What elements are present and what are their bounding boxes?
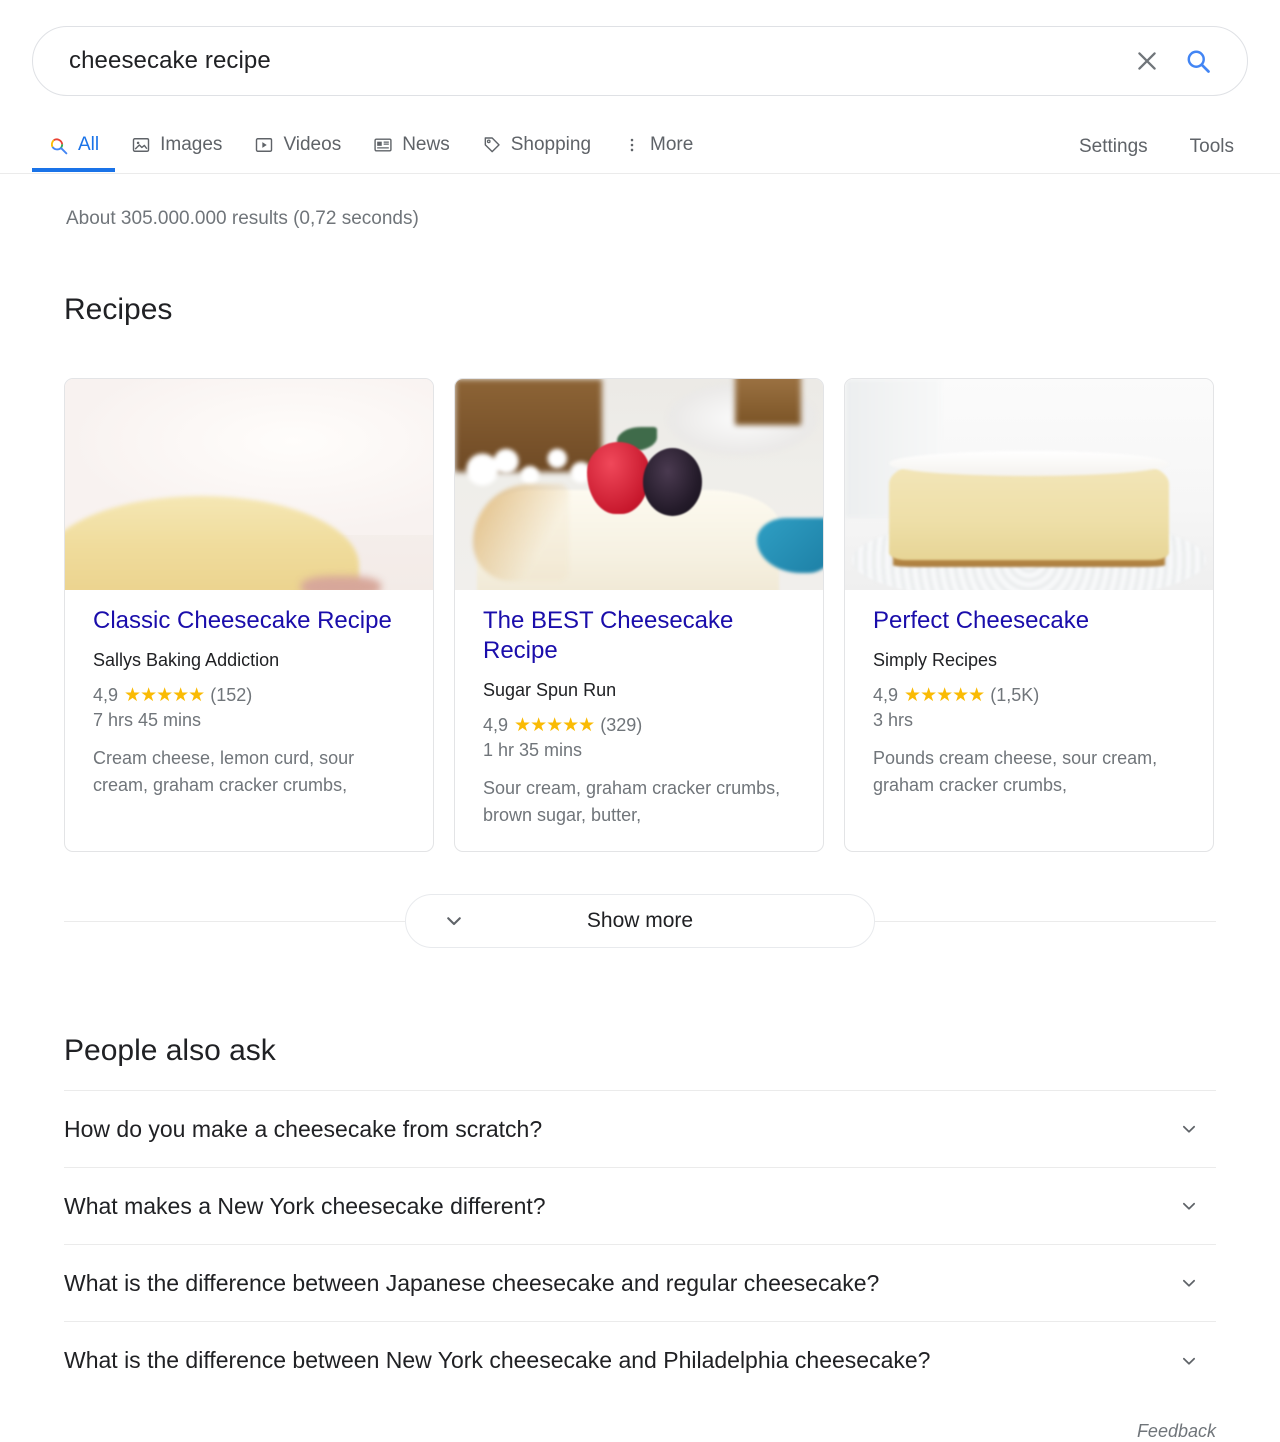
recipe-image (845, 378, 1213, 590)
tab-label: Shopping (510, 134, 592, 155)
recipe-time: 3 hrs (873, 710, 914, 731)
review-count: (152) (210, 685, 253, 706)
tab-shopping[interactable]: Shopping (466, 118, 607, 172)
search-bar[interactable] (32, 26, 1248, 96)
search-icon[interactable] (1175, 39, 1221, 83)
recipe-title[interactable]: Classic Cheesecake Recipe (93, 606, 405, 636)
tab-label: Videos (283, 134, 342, 155)
chevron-down-icon (442, 909, 466, 933)
recipe-time: 7 hrs 45 mins (93, 710, 202, 731)
chevron-down-icon[interactable] (1178, 1350, 1216, 1372)
image-icon (131, 135, 151, 155)
feedback-row: Feedback (0, 1399, 1280, 1442)
tab-label: News (402, 134, 450, 155)
google-search-icon (48, 135, 69, 156)
paa-heading: People also ask (64, 1034, 276, 1068)
review-count: (1,5K) (990, 685, 1040, 706)
tab-all[interactable]: All (32, 118, 116, 172)
feedback-link[interactable]: Feedback (1137, 1421, 1216, 1441)
recipe-image (65, 378, 433, 590)
result-stats: About 305.000.000 results (0,72 seconds) (66, 208, 419, 229)
tab-videos[interactable]: Videos (238, 118, 357, 172)
chevron-down-icon[interactable] (1178, 1272, 1216, 1294)
recipe-ingredients: Sour cream, graham cracker crumbs, brown… (483, 778, 781, 826)
recipe-rating: 4,9 ★★★★★ (152) (93, 685, 405, 706)
people-also-ask: People also ask How do you make a cheese… (0, 948, 1280, 1399)
nav-right-links: Settings Tools (1065, 118, 1248, 162)
paa-question-text: What is the difference between New York … (64, 1347, 931, 1374)
review-count: (329) (600, 715, 643, 736)
tab-label: All (78, 134, 100, 155)
tag-icon (482, 135, 502, 155)
recipe-ingredients: Cream cheese, lemon curd, sour cream, gr… (93, 748, 355, 796)
tab-images[interactable]: Images (115, 118, 238, 172)
show-more-button[interactable]: Show more (405, 894, 875, 949)
paa-question[interactable]: What is the difference between New York … (64, 1322, 1216, 1399)
paa-question[interactable]: What makes a New York cheesecake differe… (64, 1168, 1216, 1246)
paa-list: How do you make a cheesecake from scratc… (64, 1090, 1216, 1399)
recipe-time: 1 hr 35 mins (483, 740, 583, 761)
search-nav: All Images Videos News Shopping More Set… (0, 118, 1280, 174)
tools-link[interactable]: Tools (1176, 132, 1248, 162)
chevron-down-icon[interactable] (1178, 1195, 1216, 1217)
paa-question-text: How do you make a cheesecake from scratc… (64, 1115, 543, 1142)
recipe-source: Sugar Spun Run (483, 680, 617, 701)
show-more-label: Show more (586, 909, 694, 933)
tab-more[interactable]: More (607, 118, 709, 172)
recipe-source: Simply Recipes (873, 650, 998, 671)
paa-question-text: What makes a New York cheesecake differe… (64, 1192, 546, 1219)
star-icon: ★★★★★ (514, 715, 595, 737)
rating-value: 4,9 (93, 685, 119, 706)
star-icon: ★★★★★ (904, 685, 985, 707)
recipe-ingredients: Pounds cream cheese, sour cream, graham … (873, 748, 1158, 796)
tab-label: More (650, 134, 694, 155)
recipe-card[interactable]: The BEST Cheesecake Recipe Sugar Spun Ru… (454, 377, 824, 853)
chevron-down-icon[interactable] (1178, 1118, 1216, 1140)
recipe-rating: 4,9 ★★★★★ (1,5K) (873, 685, 1185, 706)
recipe-cards: Classic Cheesecake Recipe Sallys Baking … (0, 352, 1280, 853)
search-input[interactable] (67, 46, 1125, 76)
video-icon (254, 135, 274, 155)
more-vertical-icon (623, 135, 641, 155)
recipes-heading: Recipes (64, 292, 173, 326)
recipe-image (455, 378, 823, 590)
show-more-row: Show more (64, 894, 1216, 949)
star-icon: ★★★★★ (124, 685, 205, 707)
recipe-card[interactable]: Perfect Cheesecake Simply Recipes 4,9 ★★… (844, 377, 1214, 853)
recipe-title[interactable]: Perfect Cheesecake (873, 606, 1185, 636)
settings-link[interactable]: Settings (1065, 132, 1162, 162)
rating-value: 4,9 (483, 715, 509, 736)
recipe-source: Sallys Baking Addiction (93, 650, 280, 671)
paa-question[interactable]: What is the difference between Japanese … (64, 1245, 1216, 1323)
close-icon[interactable] (1125, 39, 1169, 83)
recipe-title[interactable]: The BEST Cheesecake Recipe (483, 606, 795, 666)
recipe-card[interactable]: Classic Cheesecake Recipe Sallys Baking … (64, 377, 434, 853)
paa-question-text: What is the difference between Japanese … (64, 1269, 880, 1296)
news-icon (373, 135, 393, 155)
tab-label: Images (160, 134, 223, 155)
recipe-rating: 4,9 ★★★★★ (329) (483, 715, 795, 736)
search-header (0, 0, 1280, 96)
rating-value: 4,9 (873, 685, 899, 706)
paa-question[interactable]: How do you make a cheesecake from scratc… (64, 1091, 1216, 1169)
tab-news[interactable]: News (357, 118, 466, 172)
nav-tabs: All Images Videos News Shopping More (32, 118, 709, 172)
